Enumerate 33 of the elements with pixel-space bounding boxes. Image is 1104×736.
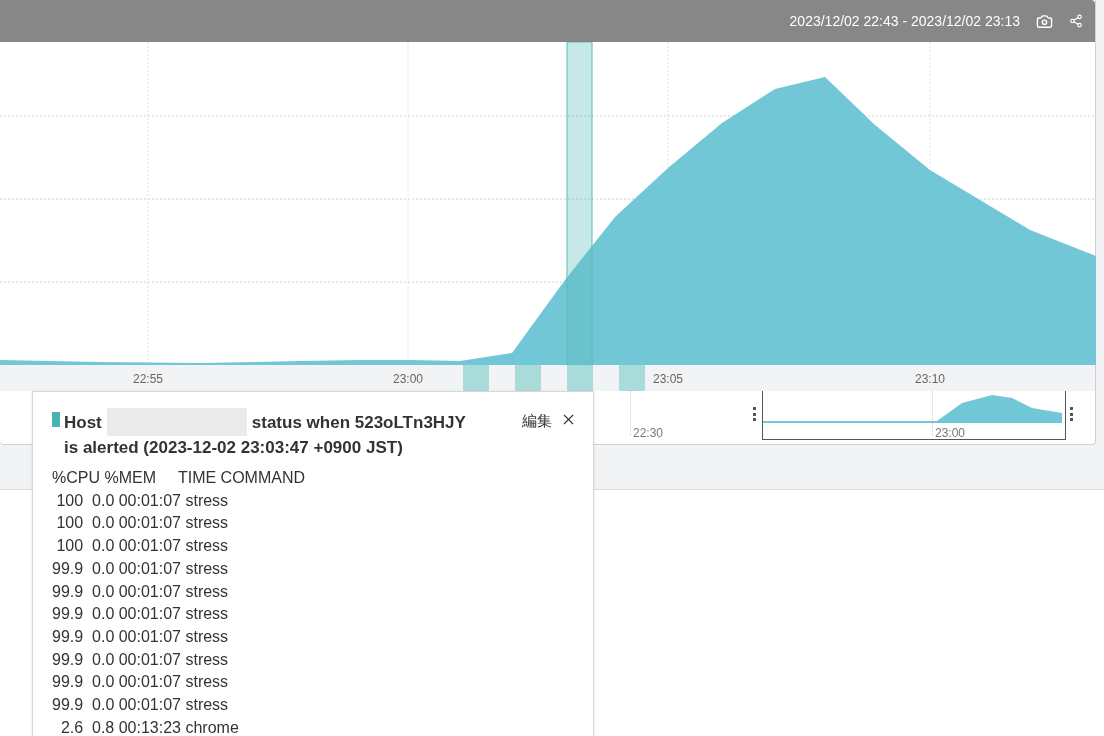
process-line: 99.9 0.0 00:01:07 stress <box>52 695 229 716</box>
process-line: 99.9 0.0 00:01:07 stress <box>52 604 229 625</box>
alert-marker[interactable] <box>515 365 541 391</box>
axis-label: 22:55 <box>133 371 163 387</box>
axis-label: 23:05 <box>653 371 683 387</box>
alert-marker[interactable] <box>463 365 489 391</box>
axis-label: 23:00 <box>393 371 423 387</box>
process-line: 100 0.0 00:01:07 stress <box>55 490 229 511</box>
process-line: 99.9 0.0 00:01:07 stress <box>52 581 229 602</box>
range-selector[interactable] <box>762 391 1066 440</box>
drag-handle-icon[interactable] <box>1070 407 1073 421</box>
axis-label: 22:30 <box>633 425 664 441</box>
camera-icon[interactable] <box>1036 12 1053 30</box>
alert-marker[interactable] <box>567 365 593 391</box>
process-line: 100 0.0 00:01:07 stress <box>55 513 229 534</box>
drag-handle-icon[interactable] <box>753 407 756 421</box>
process-line: 100 0.0 00:01:07 stress <box>55 536 229 557</box>
popup-title: status when 523oLTn3HJY <box>251 411 466 434</box>
edit-button[interactable]: 編集 <box>522 410 552 433</box>
time-range: 2023/12/02 22:43 - 2023/12/02 23:13 <box>789 12 1020 31</box>
popup-title: Host <box>64 411 102 434</box>
color-marker <box>52 412 60 427</box>
alert-marker[interactable] <box>619 365 645 391</box>
share-icon[interactable] <box>1069 14 1083 28</box>
popup-title: is alerted (2023-12-02 23:03:47 +0900 JST) <box>64 437 403 459</box>
process-line: %CPU %MEM TIME COMMAND <box>52 468 306 488</box>
process-line: 99.9 0.0 00:01:07 stress <box>52 672 229 693</box>
process-line: 99.9 0.0 00:01:07 stress <box>52 626 229 647</box>
process-line: 2.6 0.8 00:13:23 chrome <box>59 717 239 736</box>
axis-label: 23:00 <box>935 425 966 441</box>
axis-label: 23:10 <box>915 371 945 387</box>
process-line: 99.9 0.0 00:01:07 stress <box>52 649 229 670</box>
process-line: 99.9 0.0 00:01:07 stress <box>52 558 229 579</box>
